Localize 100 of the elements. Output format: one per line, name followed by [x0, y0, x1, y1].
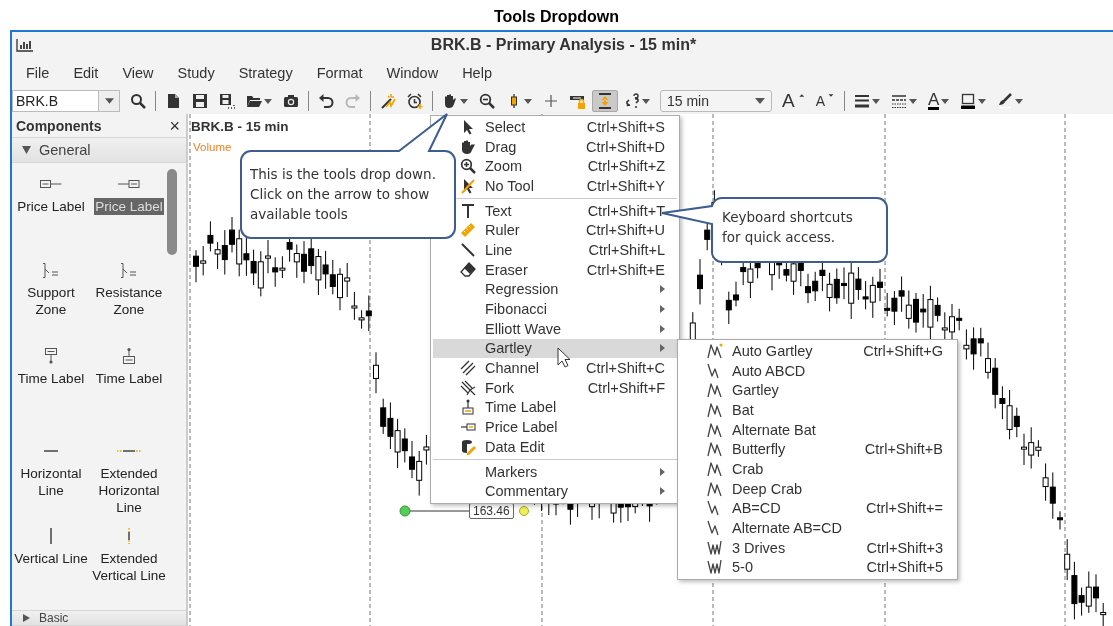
menu-item[interactable]: Eraser Ctrl+Shift+E — [433, 259, 677, 280]
vertical-arrows-icon — [597, 93, 613, 109]
close-button[interactable]: × — [169, 116, 180, 135]
caret-icon — [1015, 98, 1024, 104]
menu-item[interactable]: Data Edit — [433, 437, 677, 457]
panel-title: Components — [16, 117, 102, 134]
component-label[interactable]: Support Zone — [12, 284, 90, 318]
component-label[interactable]: Time Label — [94, 370, 164, 387]
menu-item[interactable]: Line Ctrl+Shift+L — [433, 240, 677, 260]
menu-item[interactable]: Alternate Bat — [680, 419, 955, 440]
time-label-icon — [123, 348, 135, 364]
anchor-handle[interactable] — [519, 506, 529, 516]
increase-font-button[interactable]: A — [777, 90, 810, 112]
save-all-icon — [219, 93, 235, 109]
zigzag-icon — [707, 382, 723, 399]
menu-item[interactable]: 3 Drives Ctrl+Shift+3 — [680, 537, 955, 558]
menu-item[interactable]: Price Label — [433, 417, 677, 437]
menu-item[interactable]: Channel Ctrl+Shift+C — [433, 358, 677, 378]
link-icon — [624, 93, 640, 109]
menu-bar-item[interactable]: View — [110, 65, 166, 81]
zoom-in-icon — [460, 158, 476, 175]
caret-icon — [524, 98, 532, 104]
keyboard-shortcut: Ctrl+Shift+U — [586, 222, 665, 239]
caret-icon — [104, 98, 114, 104]
menu-item[interactable]: Gartley — [433, 338, 677, 359]
menu-item[interactable]: Commentary — [433, 481, 677, 502]
menu-bar-item[interactable]: Study — [165, 65, 227, 81]
vertical-arrows-button[interactable] — [592, 90, 618, 112]
menu-bar-item[interactable]: Strategy — [226, 65, 305, 81]
menu-item[interactable]: Crab — [680, 459, 955, 479]
menu-item[interactable]: Auto Gartley Ctrl+Shift+G — [680, 341, 955, 361]
zigzag-icon — [707, 480, 723, 497]
price-label-line[interactable] — [399, 505, 470, 517]
study-label: Volume — [193, 141, 232, 153]
component-label[interactable]: Vertical Line — [13, 550, 89, 567]
menu-item[interactable]: Alternate AB=CD — [680, 518, 955, 538]
keyboard-shortcut: Ctrl+Shift+= — [866, 500, 943, 517]
symbol-field[interactable]: BRK.B — [12, 90, 98, 112]
camera-icon — [283, 93, 299, 109]
caret-icon — [755, 98, 765, 104]
menu-item[interactable]: AB=CD Ctrl+Shift+= — [680, 498, 955, 519]
dropdown-button[interactable] — [98, 90, 120, 112]
font-color-button[interactable]: A — [923, 90, 955, 112]
component-label[interactable]: Time Label — [16, 370, 86, 387]
horizontal-line-icon — [44, 450, 58, 452]
menu-item[interactable]: Gartley — [680, 380, 955, 401]
border-color-icon — [960, 93, 977, 109]
open-folder-icon — [246, 93, 262, 109]
menu-item[interactable]: Fibonacci — [433, 299, 677, 319]
keyboard-shortcut: Ctrl+Shift+L — [588, 241, 665, 258]
menu-item[interactable]: Time Label — [433, 397, 677, 418]
scrollbar-thumb[interactable] — [167, 169, 177, 255]
zigzag-icon — [707, 441, 723, 458]
component-label[interactable]: Price Label — [94, 198, 164, 215]
caret-icon — [941, 98, 950, 104]
menu-item[interactable]: Bat — [680, 400, 955, 420]
component-label[interactable]: Extended Horizontal Line — [90, 465, 168, 516]
menu-item[interactable]: Markers — [433, 461, 677, 482]
menu-bar-item[interactable]: Edit — [61, 65, 111, 81]
triangle-right-icon — [22, 614, 31, 622]
menu-item[interactable]: Elliott Wave — [433, 318, 677, 339]
zigzag-icon — [707, 421, 723, 438]
menu-item[interactable]: 5-0 Ctrl+Shift+5 — [680, 557, 955, 578]
menu-bar-item[interactable]: Window — [374, 65, 451, 81]
mouse-pointer-icon — [557, 347, 571, 368]
menu-item[interactable]: Auto ABCD — [680, 360, 955, 381]
component-label[interactable]: Horizontal Line — [12, 465, 90, 499]
caret-icon — [872, 98, 881, 104]
zigzag-icon — [707, 401, 723, 418]
keyboard-shortcut: Ctrl+Shift+C — [586, 360, 665, 377]
menu-item[interactable]: Fork Ctrl+Shift+F — [433, 377, 677, 398]
price-label-icon — [118, 180, 140, 188]
new-document-icon — [165, 93, 181, 109]
menu-item[interactable]: Regression — [433, 279, 677, 300]
keyboard-shortcut: Ctrl+Shift+T — [587, 202, 665, 219]
menu-bar-item[interactable]: Help — [450, 65, 504, 81]
component-label[interactable]: Extended Vertical Line — [90, 550, 168, 584]
page-heading: Tools Dropdown — [493, 7, 620, 27]
parallel-lines-icon — [460, 360, 476, 377]
menu-item[interactable]: Butterfly Ctrl+Shift+B — [680, 439, 955, 460]
section-header[interactable]: Basic — [12, 610, 186, 626]
caret-icon — [460, 98, 468, 104]
bracket-icon — [121, 262, 137, 278]
keyboard-shortcut: Ctrl+Shift+S — [586, 118, 665, 135]
magic-wand-icon — [380, 93, 396, 109]
window-title: BRK.B - Primary Analysis - 15 min* — [429, 36, 698, 54]
keyboard-shortcut: Ctrl+Shift+D — [586, 138, 665, 155]
caret-icon — [978, 98, 987, 104]
menu-bar-item[interactable]: File — [14, 65, 62, 81]
component-label[interactable]: Resistance Zone — [90, 284, 168, 318]
component-label[interactable]: Price Label — [16, 198, 86, 215]
decrease-font-button[interactable]: A — [810, 90, 841, 112]
menu-item[interactable]: Deep Crab — [680, 478, 955, 499]
keyboard-shortcut: Ctrl+Shift+Z — [587, 158, 665, 175]
bar-chart-icon — [16, 38, 34, 52]
section-header[interactable]: General — [12, 137, 186, 163]
menu-item[interactable]: Drag Ctrl+Shift+D — [433, 136, 677, 157]
interval-dropdown[interactable]: 15 min — [660, 90, 772, 112]
keyboard-shortcut: Ctrl+Shift+B — [864, 441, 943, 458]
menu-bar-item[interactable]: Format — [304, 65, 375, 81]
